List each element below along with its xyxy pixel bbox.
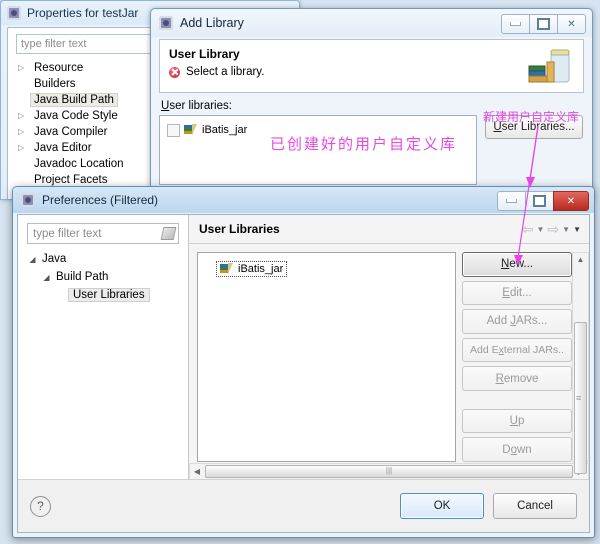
add-library-header: User Library Select a library. [159, 39, 584, 93]
panel-vertical-scrollbar[interactable]: ▲ ▼ [572, 252, 589, 485]
maximize-icon[interactable] [529, 14, 558, 34]
expand-arrow-icon[interactable]: ▷ [18, 128, 30, 136]
up-button[interactable]: Up [462, 408, 572, 434]
preferences-window: Preferences (Filtered) ✕ type filter tex… [12, 186, 595, 538]
preferences-title: Preferences (Filtered) [42, 193, 159, 207]
preferences-footer: ? OK Cancel [18, 479, 589, 532]
scroll-up-icon[interactable]: ▲ [577, 253, 585, 266]
pref-tree-item-java[interactable]: ◢ Java [18, 250, 188, 268]
library-checkbox[interactable] [167, 123, 180, 137]
expand-arrow-icon[interactable]: ▷ [18, 144, 30, 152]
add-jars-button[interactable]: Add JARs... [462, 309, 572, 334]
eclipse-app-icon [21, 193, 35, 207]
add-library-title: Add Library [180, 16, 244, 30]
eclipse-app-icon [7, 6, 21, 20]
library-jar-icon [184, 124, 198, 136]
add-library-window-controls: ✕ [501, 14, 586, 34]
list-item[interactable]: iBatis_jar [216, 261, 288, 277]
close-icon[interactable]: ✕ [557, 14, 586, 34]
hscroll-thumb[interactable]: ||| [205, 465, 573, 478]
ok-button[interactable]: OK [400, 493, 484, 519]
forward-arrow-icon[interactable]: ⇨ [547, 222, 559, 236]
clear-filter-icon[interactable] [160, 227, 177, 240]
properties-title: Properties for testJar [27, 6, 139, 20]
library-action-buttons: New... Edit... Add JARs... Add External … [456, 252, 572, 462]
collapse-arrow-icon[interactable]: ◢ [40, 273, 53, 282]
scroll-thumb[interactable] [574, 322, 587, 474]
annotation-existing-library: 已创建好的用户自定义库 [270, 135, 458, 153]
page-nav-icons: ⇦ ▼ ⇨ ▼ ▼ [522, 222, 581, 236]
restore-icon[interactable] [525, 191, 554, 211]
add-library-dialog: Add Library ✕ User Library Select a libr… [150, 8, 593, 198]
preferences-tree-panel: type filter text ◢ Java ◢ Build Path Use… [18, 215, 189, 479]
minimize-icon[interactable] [501, 14, 530, 34]
preferences-window-controls: ✕ [497, 191, 589, 211]
preferences-filter-input[interactable]: type filter text [27, 223, 179, 244]
error-icon [169, 66, 180, 78]
preferences-filter-placeholder: type filter text [33, 227, 102, 240]
help-icon[interactable]: ? [30, 495, 51, 517]
library-name: iBatis_jar [202, 124, 248, 136]
close-icon[interactable]: ✕ [553, 191, 589, 211]
edit-button[interactable]: Edit... [462, 280, 572, 306]
library-jar-icon [220, 263, 234, 275]
scroll-left-icon[interactable]: ◀ [190, 467, 204, 476]
minimize-icon[interactable] [497, 191, 526, 211]
remove-button[interactable]: Remove [462, 366, 572, 391]
eclipse-app-icon [159, 16, 173, 30]
pref-tree-item-build-path[interactable]: ◢ Build Path [18, 268, 188, 286]
page-title: User Libraries [199, 222, 280, 236]
forward-dropdown-icon[interactable]: ▼ [562, 225, 570, 234]
preferences-page-header: User Libraries ⇦ ▼ ⇨ ▼ ▼ [189, 215, 589, 244]
back-dropdown-icon[interactable]: ▼ [537, 225, 545, 234]
library-jar-banner-icon [525, 44, 573, 91]
expand-arrow-icon[interactable]: ▷ [18, 64, 30, 72]
library-name: iBatis_jar [238, 263, 284, 275]
back-arrow-icon[interactable]: ⇦ [522, 222, 534, 236]
user-libraries-tree[interactable]: iBatis_jar [197, 252, 456, 462]
annotation-new-library: 新建用户自定义库 [483, 110, 580, 124]
new-button[interactable]: New... [462, 252, 572, 277]
button-spacer [462, 395, 570, 405]
down-button[interactable]: Down [462, 437, 572, 462]
expand-arrow-icon[interactable]: ▷ [18, 112, 30, 120]
view-menu-icon[interactable]: ▼ [573, 225, 581, 234]
add-external-jars-button[interactable]: Add External JARs.. [462, 337, 572, 363]
header-title: User Library [169, 47, 240, 61]
user-libraries-panel: iBatis_jar New... Edit... Add JARs... Ad… [189, 244, 589, 485]
collapse-arrow-icon[interactable]: ◢ [26, 255, 39, 264]
cancel-button[interactable]: Cancel [493, 493, 577, 519]
panel-horizontal-scrollbar[interactable]: ◀ ||| ▶ [189, 463, 589, 480]
preferences-page: User Libraries ⇦ ▼ ⇨ ▼ ▼ iBatis_jar New.… [189, 215, 589, 485]
header-message: Select a library. [186, 66, 265, 78]
pref-tree-item-user-libraries[interactable]: User Libraries [18, 286, 188, 304]
preferences-body: type filter text ◢ Java ◢ Build Path Use… [17, 214, 590, 533]
